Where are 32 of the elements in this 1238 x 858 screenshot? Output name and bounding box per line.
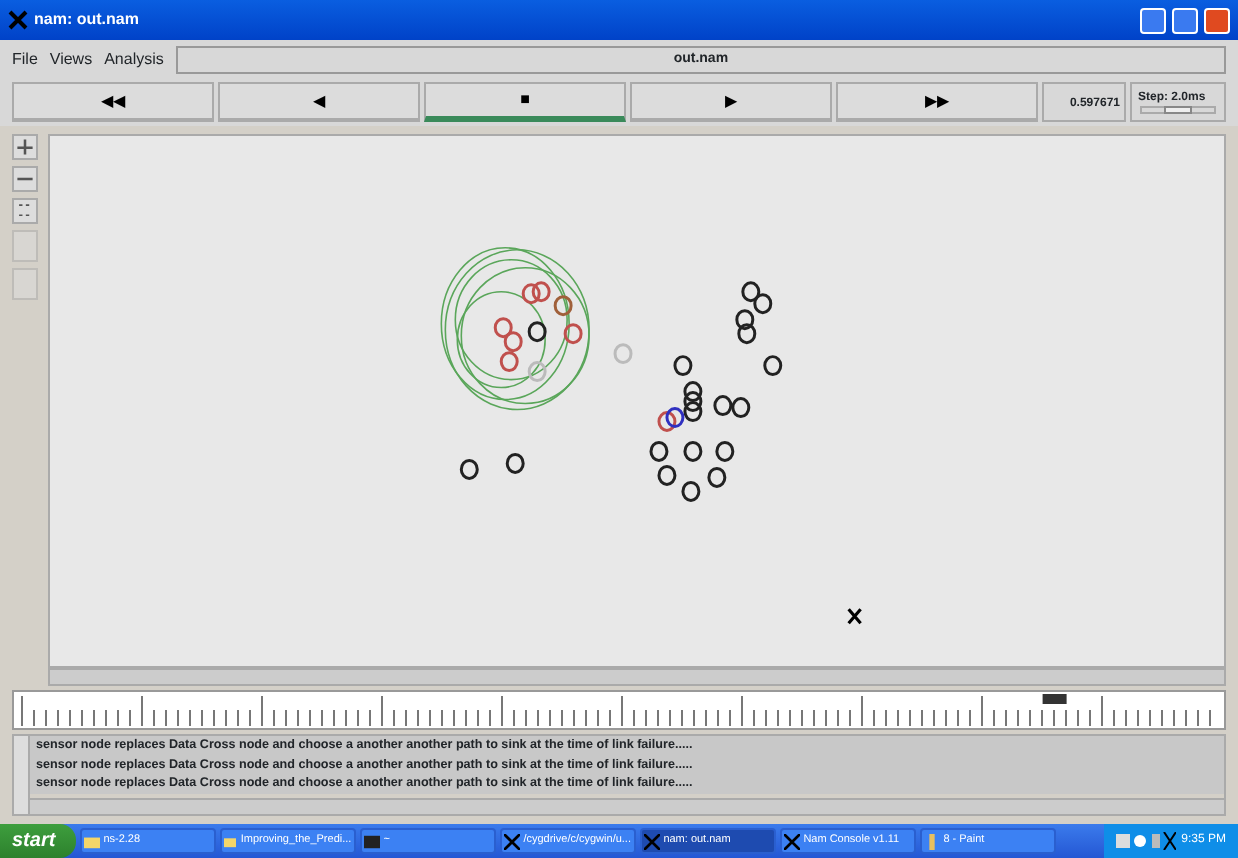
zoom-out-button[interactable]: [12, 165, 38, 192]
playback-button[interactable]: ◀: [218, 82, 420, 123]
timeline-slider[interactable]: [12, 690, 1226, 731]
maximize-button[interactable]: [1172, 7, 1198, 34]
playback-button[interactable]: ▶▶: [836, 82, 1038, 123]
zoom-in-button[interactable]: [12, 133, 38, 160]
minimize-button[interactable]: [1140, 7, 1166, 34]
x-logo-icon: [8, 10, 28, 31]
playback-button[interactable]: ▶: [630, 82, 832, 123]
x-logo-icon: [643, 833, 660, 850]
timeline-marker[interactable]: [1042, 694, 1067, 705]
close-button[interactable]: [1204, 7, 1230, 34]
menu-item[interactable]: Analysis: [104, 47, 164, 72]
horizontal-scrollbar[interactable]: [30, 798, 1224, 815]
playback-button[interactable]: ◀◀: [12, 82, 214, 123]
x-logo-icon: [783, 833, 800, 850]
zoom-in-icon: [14, 135, 36, 158]
x-logo-icon: [503, 833, 520, 850]
window-title: nam: out.nam: [34, 8, 139, 33]
menu-item[interactable]: File: [12, 47, 38, 72]
slider-thumb[interactable]: [1164, 106, 1192, 115]
folder-icon: [83, 833, 100, 850]
cross-mark-icon: [847, 607, 863, 625]
start-button[interactable]: start: [0, 824, 76, 858]
terminal-icon: [363, 833, 380, 850]
playback-button[interactable]: ■: [424, 82, 626, 123]
tray-icons-drawing[interactable]: [1115, 832, 1176, 851]
vertical-scrollbar[interactable]: [14, 736, 30, 815]
menu-item[interactable]: Views: [49, 47, 93, 72]
horizontal-scrollbar[interactable]: [48, 668, 1226, 687]
paintbrush-icon: [923, 833, 940, 850]
folder-icon: [223, 833, 237, 850]
